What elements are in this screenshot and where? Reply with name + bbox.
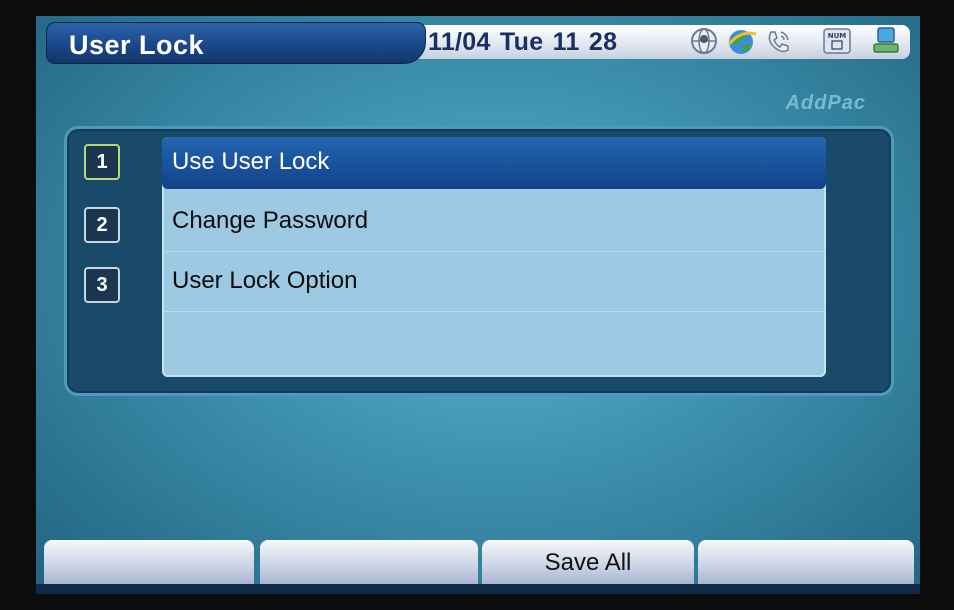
- earth-icon: [727, 30, 757, 54]
- menu-item-label: Change Password: [172, 207, 369, 234]
- menu-number-1[interactable]: 1: [84, 144, 120, 180]
- bottom-bar: [36, 584, 920, 594]
- softkey-label: Save All: [544, 549, 632, 576]
- globe-icon: [691, 28, 717, 54]
- menu-item-label: User Lock Option: [172, 267, 358, 294]
- title-bar: User Lock: [46, 22, 426, 64]
- page-title: User Lock: [69, 30, 205, 60]
- phone-screen: User Lock 11/04 Tue 11 28 NUM AddPac 1 2…: [36, 16, 920, 594]
- header: User Lock 11/04 Tue 11 28 NUM: [36, 16, 920, 66]
- date-time: 11/04 Tue 11 28: [428, 28, 618, 56]
- menu-item-change-password[interactable]: Change Password: [162, 193, 826, 252]
- softkey-2[interactable]: [260, 540, 478, 585]
- computer-icon: [873, 27, 899, 53]
- menu-number-2[interactable]: 2: [84, 207, 120, 243]
- softkey-4[interactable]: [698, 540, 914, 585]
- menu-item-empty: [162, 313, 826, 371]
- softkey-1[interactable]: [44, 540, 254, 585]
- save-all-button[interactable]: Save All: [482, 540, 694, 585]
- menu-number-3[interactable]: 3: [84, 267, 120, 303]
- menu-item-use-user-lock[interactable]: Use User Lock: [162, 137, 826, 189]
- num-label: NUM: [828, 32, 847, 40]
- menu-item-label: Use User Lock: [172, 148, 330, 175]
- num-lock-icon: NUM: [823, 28, 851, 54]
- brand-logo: AddPac: [785, 92, 866, 114]
- menu-item-user-lock-option[interactable]: User Lock Option: [162, 253, 826, 312]
- phone-icon: [768, 31, 789, 53]
